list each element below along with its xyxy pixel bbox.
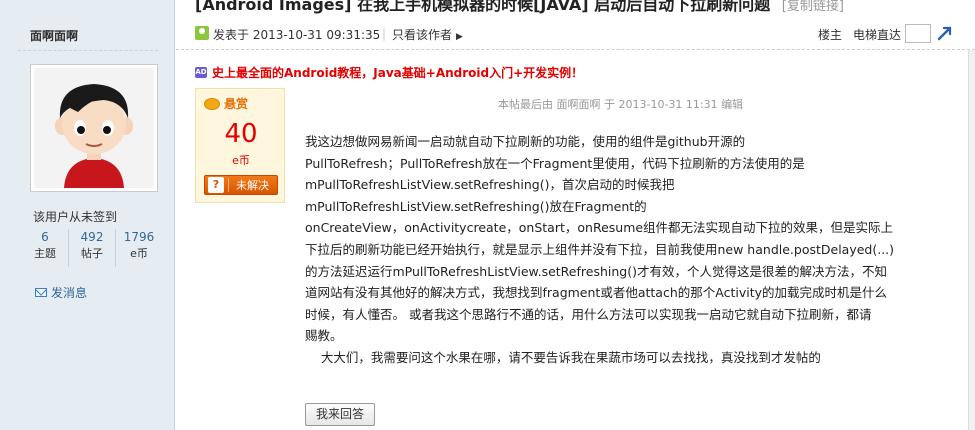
post-time: 发表于 2013-10-31 09:31:35 (213, 28, 381, 42)
content-line: 道网站有没有其他好的解决方式，我想找到fragment或者他attach的那个A… (305, 285, 887, 301)
sidebar-top (0, 0, 175, 14)
go-arrow-icon[interactable] (936, 24, 954, 42)
post-header: 发表于 2013-10-31 09:31:35 | 只看该作者 ▶ 楼主 电梯直达 (176, 14, 975, 50)
reward-title: 悬赏 (204, 95, 248, 112)
only-author-link[interactable]: 只看该作者 ▶ (392, 26, 463, 43)
coin-icon (204, 97, 220, 110)
content-line: 我这边想做网易新闻一启动就自动下拉刷新的功能，使用的组件是github开源的 (305, 134, 746, 149)
reward-title-label: 悬赏 (224, 97, 249, 111)
divider (228, 178, 229, 192)
ad-text[interactable]: 史上最全面的Android教程，Java基础+Android入门+开发实例！ (212, 64, 583, 81)
send-message-label: 发消息 (51, 286, 88, 300)
author-stats: 6 主题 492 帖子 1796 e币 (22, 229, 162, 267)
question-icon: ? (208, 177, 224, 193)
copy-link[interactable]: [复制链接] (782, 0, 844, 14)
stat-topics[interactable]: 6 主题 (22, 229, 68, 267)
divider (18, 50, 158, 51)
stat-posts[interactable]: 492 帖子 (68, 229, 115, 267)
unsolved-badge[interactable]: ? 未解决 (204, 175, 278, 195)
reward-unit: e币 (232, 154, 250, 167)
content-line: 时候，有人懂否。 或者我这个思路行不通的话，用什么方法可以实现我一启动它就自动下… (305, 306, 872, 322)
thread-title-strip: [Android Images] 在我上手机模拟器的时候[JAVA] 启动后自动… (0, 0, 975, 14)
author-name[interactable]: 面啊面啊 (30, 27, 78, 44)
content-line: 下拉后的刷新功能已经开始执行，就是显示上组件并没有下拉，目前我使用new han… (305, 241, 895, 257)
floor-label: 楼主 (818, 28, 843, 42)
content-line: 大大们，我需要问这个水果在哪，请不要告诉我在果蔬市场可以去找找，真没找到才发帖的 (305, 349, 821, 365)
stat-ecoins[interactable]: 1796 e币 (115, 229, 162, 267)
stat-value[interactable]: 492 (69, 229, 115, 245)
stat-label: e币 (130, 247, 148, 260)
ad-banner[interactable]: AD 史上最全面的Android教程，Java基础+Android入门+开发实例… (195, 64, 583, 81)
stat-label: 帖子 (81, 247, 103, 260)
arrow-right-icon: ▶ (456, 32, 463, 42)
reply-button[interactable]: 我来回答 (305, 403, 375, 426)
ad-icon: AD (195, 67, 207, 78)
content-line: 的方法延迟运行mPullToRefreshListView.setRefresh… (305, 263, 887, 279)
content-line: onCreateView，onActivitycreate，onStart，on… (305, 220, 894, 236)
content-line: PullToRefresh；PullToRefresh放在一个Fragment里… (305, 155, 805, 171)
poster-icon (195, 26, 209, 40)
avatar-image (34, 68, 154, 188)
thread-title-text: [Android Images] 在我上手机模拟器的时候[JAVA] 启动后自动… (195, 0, 771, 14)
send-message-link[interactable]: 发消息 (35, 284, 87, 301)
post-content: 我这边想做网易新闻一启动就自动下拉刷新的功能，使用的组件是github开源的 P… (305, 131, 950, 369)
envelope-icon (35, 288, 47, 297)
stat-value[interactable]: 1796 (116, 229, 162, 245)
scrollbar[interactable] (968, 50, 975, 430)
content-line: 赐教。 (305, 328, 343, 344)
stat-value[interactable]: 6 (22, 229, 68, 245)
thread-title: [Android Images] 在我上手机模拟器的时候[JAVA] 启动后自动… (195, 0, 844, 15)
reward-amount: 40 (224, 119, 258, 149)
content-line: mPullToRefreshListView.setRefreshing()，首… (305, 177, 675, 193)
stat-label: 主题 (34, 247, 56, 260)
elevator-label: 电梯直达 (853, 28, 902, 42)
avatar-cartoon (34, 68, 154, 188)
avatar[interactable] (30, 64, 158, 192)
author-sidebar: 面啊面啊 该用户从未签到 6 主题 492 帖子 1796 e币 发消息 (0, 14, 175, 430)
content-line: mPullToRefreshListView.setRefreshing()放在… (305, 198, 647, 214)
edit-note: 本帖最后由 面啊面啊 于 2013-10-31 11:31 编辑 (498, 98, 744, 111)
only-author-label: 只看该作者 (392, 28, 453, 42)
header-divider: | (382, 27, 387, 41)
unsolved-label: 未解决 (236, 179, 269, 192)
reward-box: 悬赏 40 e币 ? 未解决 (195, 88, 285, 203)
checkin-status: 该用户从未签到 (33, 210, 118, 224)
elevator-input[interactable] (905, 24, 931, 43)
